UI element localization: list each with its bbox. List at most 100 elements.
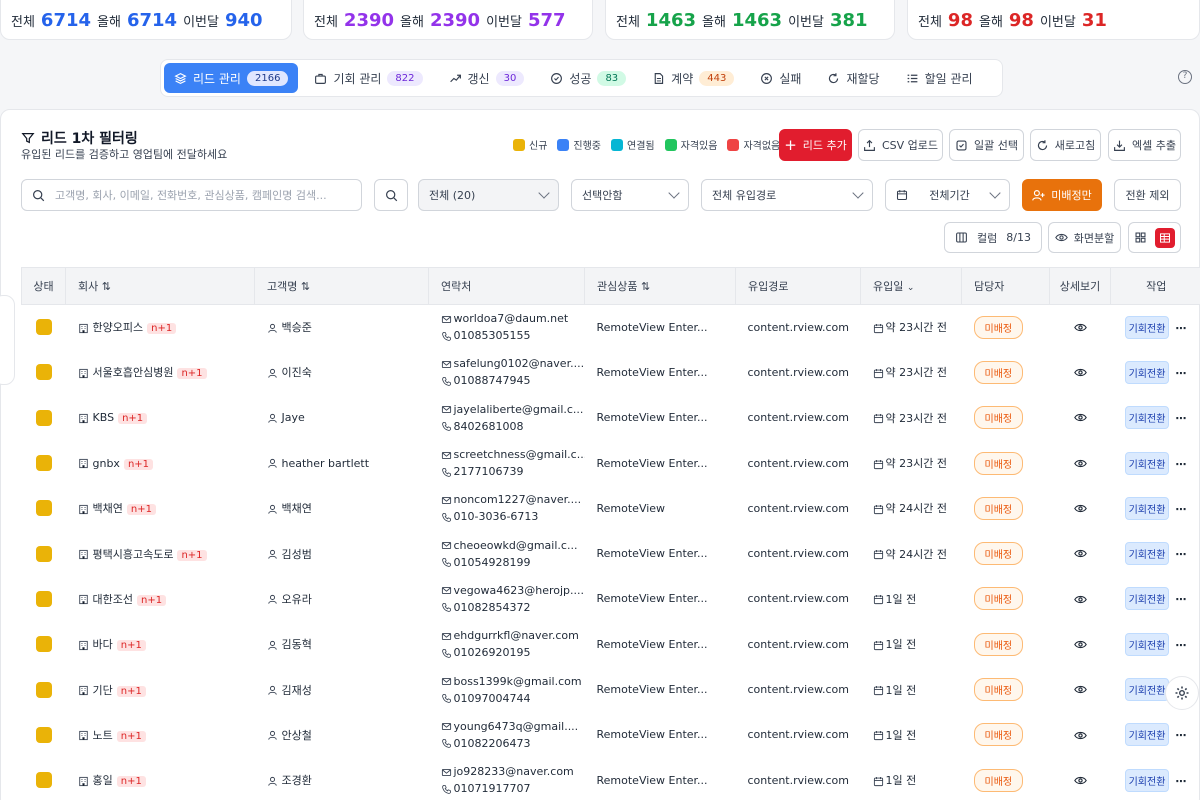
- col-header-date[interactable]: 유입일 ⌄: [860, 267, 962, 305]
- eye-icon[interactable]: [1073, 366, 1087, 379]
- eye-icon[interactable]: [1073, 593, 1087, 606]
- convert-opportunity-button[interactable]: 기회전환: [1124, 678, 1170, 702]
- owner-badge[interactable]: 미배정: [973, 315, 1024, 339]
- excel-export-button[interactable]: 엑셀 추출: [1108, 129, 1181, 161]
- more-menu-icon[interactable]: ⋯: [1175, 548, 1187, 561]
- search-input[interactable]: [55, 188, 345, 202]
- eye-icon[interactable]: [1073, 638, 1087, 651]
- tab-renewal[interactable]: 갱신 30: [439, 63, 535, 93]
- table-row[interactable]: 기단 n+1 김재성 boss1399k@gmail.com 0109700474…: [22, 667, 1200, 712]
- contact-email[interactable]: ehdgurrkfl@naver.com: [441, 627, 585, 644]
- convert-opportunity-button[interactable]: 기회전환: [1124, 451, 1170, 475]
- convert-opportunity-button[interactable]: 기회전환: [1124, 542, 1170, 566]
- stat-card-failed[interactable]: 전체 98 올해 98 이번달 31: [907, 0, 1200, 40]
- eye-icon[interactable]: [1073, 729, 1087, 742]
- contact-email[interactable]: young6473q@gmail....: [441, 718, 585, 735]
- exclude-converted-button[interactable]: 전환 제외: [1114, 179, 1181, 211]
- more-menu-icon[interactable]: ⋯: [1175, 593, 1187, 606]
- more-menu-icon[interactable]: ⋯: [1175, 503, 1187, 516]
- columns-button[interactable]: 컬럼 8/13: [944, 222, 1042, 253]
- grid-view-icon[interactable]: [1134, 231, 1147, 244]
- tab-contract[interactable]: 계약 443: [642, 63, 744, 93]
- help-icon[interactable]: ?: [1178, 70, 1192, 84]
- eye-icon[interactable]: [1073, 774, 1087, 787]
- contact-phone[interactable]: 01026920195: [441, 644, 585, 661]
- owner-badge[interactable]: 미배정: [973, 496, 1024, 520]
- convert-opportunity-button[interactable]: 기회전환: [1124, 723, 1170, 747]
- table-row[interactable]: gnbx n+1 heather bartlett screetchness@gm…: [22, 440, 1200, 485]
- search-button[interactable]: [374, 179, 408, 211]
- refresh-button[interactable]: 새로고침: [1030, 129, 1101, 161]
- eye-icon[interactable]: [1073, 457, 1087, 470]
- col-header-customer[interactable]: 고객명 ⇅: [254, 267, 429, 305]
- eye-icon[interactable]: [1073, 321, 1087, 334]
- table-row[interactable]: 홍일 n+1 조경환 jo928233@naver.com 01071917707…: [22, 757, 1200, 800]
- table-row[interactable]: 바다 n+1 김동혁 ehdgurrkfl@naver.com 010269201…: [22, 622, 1200, 667]
- owner-badge[interactable]: 미배정: [973, 678, 1024, 702]
- contact-phone[interactable]: 01088747945: [441, 372, 585, 389]
- contact-phone[interactable]: 010-3036-6713: [441, 508, 585, 525]
- table-row[interactable]: 한양오피스 n+1 백승준 worldoa7@daum.net 010853051…: [22, 305, 1200, 350]
- contact-email[interactable]: cheoeowkd@gmail.c...: [441, 537, 585, 554]
- convert-opportunity-button[interactable]: 기회전환: [1124, 632, 1170, 656]
- contact-phone[interactable]: 01082206473: [441, 735, 585, 752]
- contact-phone[interactable]: 01071917707: [441, 780, 585, 797]
- bulk-select-button[interactable]: 일괄 선택: [949, 129, 1024, 161]
- contact-email[interactable]: boss1399k@gmail.com: [441, 673, 585, 690]
- unassigned-only-button[interactable]: 미배정만: [1022, 179, 1102, 211]
- contact-email[interactable]: safelung0102@naver....: [441, 355, 585, 372]
- contact-phone[interactable]: 01082854372: [441, 599, 585, 616]
- eye-icon[interactable]: [1073, 411, 1087, 424]
- eye-icon[interactable]: [1073, 683, 1087, 696]
- owner-badge[interactable]: 미배정: [973, 768, 1024, 792]
- eye-icon[interactable]: [1073, 502, 1087, 515]
- eye-icon[interactable]: [1073, 547, 1087, 560]
- convert-opportunity-button[interactable]: 기회전환: [1124, 768, 1170, 792]
- contact-phone[interactable]: 01085305155: [441, 327, 585, 344]
- table-row[interactable]: KBS n+1 Jaye jayelaliberte@gmail.c... 840…: [22, 395, 1200, 440]
- source-select[interactable]: 전체 유입경로: [701, 179, 873, 211]
- stat-card-opportunities[interactable]: 전체 2390 올해 2390 이번달 577: [303, 0, 593, 40]
- stat-card-leads[interactable]: 전체 6714 올해 6714 이번달 940: [0, 0, 292, 40]
- period-select[interactable]: 전체기간: [885, 179, 1010, 211]
- tab-failed[interactable]: 실패: [750, 63, 811, 93]
- contact-email[interactable]: noncom1227@naver....: [441, 491, 585, 508]
- col-header-product[interactable]: 관심상품 ⇅: [584, 267, 736, 305]
- table-row[interactable]: 서울호흡안심병원 n+1 이진숙 safelung0102@naver.... 0…: [22, 350, 1200, 395]
- owner-badge[interactable]: 미배정: [973, 587, 1024, 611]
- more-menu-icon[interactable]: ⋯: [1175, 775, 1187, 788]
- contact-phone[interactable]: 2177106739: [441, 463, 585, 480]
- tab-opportunity-management[interactable]: 기회 관리 822: [304, 63, 432, 93]
- convert-opportunity-button[interactable]: 기회전환: [1124, 360, 1170, 384]
- convert-opportunity-button[interactable]: 기회전환: [1124, 315, 1170, 339]
- tab-success[interactable]: 성공 83: [540, 63, 636, 93]
- settings-button[interactable]: [1165, 676, 1199, 710]
- status-select[interactable]: 전체 (20): [418, 179, 559, 211]
- tab-reassign[interactable]: 재할당: [817, 63, 889, 93]
- side-drawer-handle[interactable]: [0, 295, 15, 385]
- owner-badge[interactable]: 미배정: [973, 723, 1024, 747]
- search-field[interactable]: [21, 179, 362, 211]
- contact-phone[interactable]: 01054928199: [441, 554, 585, 571]
- table-view-toggle[interactable]: [1155, 227, 1175, 248]
- contact-email[interactable]: screetchness@gmail.c...: [441, 446, 585, 463]
- owner-badge[interactable]: 미배정: [973, 360, 1024, 384]
- owner-badge[interactable]: 미배정: [973, 451, 1024, 475]
- stat-card-success[interactable]: 전체 1463 올해 1463 이번달 381: [605, 0, 895, 40]
- owner-badge[interactable]: 미배정: [973, 542, 1024, 566]
- col-header-company[interactable]: 회사 ⇅: [65, 267, 255, 305]
- tab-lead-management[interactable]: 리드 관리 2166: [164, 63, 299, 93]
- table-row[interactable]: 노트 n+1 안상철 young6473q@gmail.... 010822064…: [22, 712, 1200, 757]
- convert-opportunity-button[interactable]: 기회전환: [1124, 406, 1170, 430]
- table-row[interactable]: 대한조선 n+1 오유라 vegowa4623@herojp.... 010828…: [22, 576, 1200, 621]
- owner-badge[interactable]: 미배정: [973, 632, 1024, 656]
- assignee-select[interactable]: 선택안함: [571, 179, 689, 211]
- contact-email[interactable]: jo928233@naver.com: [441, 763, 585, 780]
- convert-opportunity-button[interactable]: 기회전환: [1124, 587, 1170, 611]
- csv-upload-button[interactable]: CSV 업로드: [858, 129, 943, 161]
- more-menu-icon[interactable]: ⋯: [1175, 412, 1187, 425]
- more-menu-icon[interactable]: ⋯: [1175, 458, 1187, 471]
- contact-email[interactable]: worldoa7@daum.net: [441, 310, 585, 327]
- convert-opportunity-button[interactable]: 기회전환: [1124, 496, 1170, 520]
- more-menu-icon[interactable]: ⋯: [1175, 367, 1187, 380]
